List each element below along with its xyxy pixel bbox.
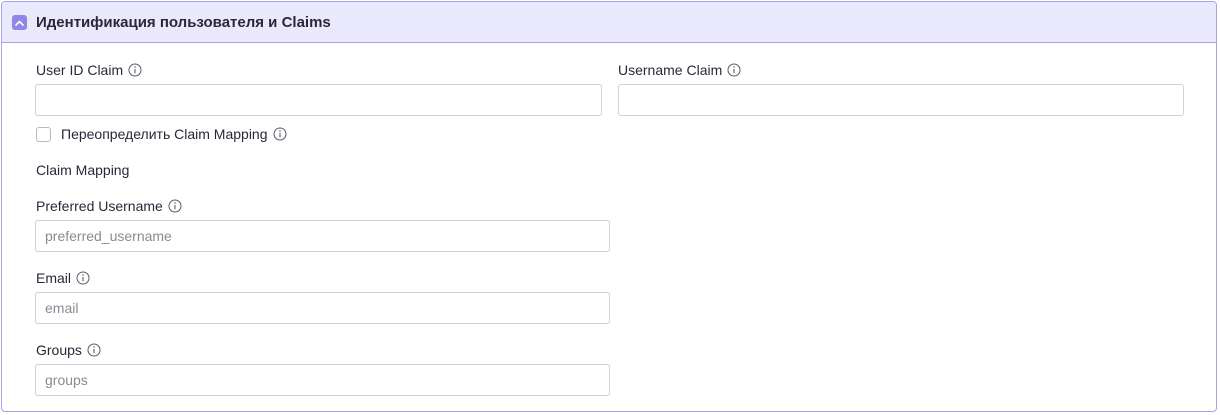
user-id-claim-label: User ID Claim xyxy=(36,62,142,78)
username-claim-label: Username Claim xyxy=(618,62,741,78)
email-input[interactable] xyxy=(35,292,610,324)
info-icon[interactable] xyxy=(87,343,101,357)
groups-label: Groups xyxy=(36,342,101,358)
email-label: Email xyxy=(36,270,90,286)
groups-label-text: Groups xyxy=(36,342,82,358)
info-icon[interactable] xyxy=(168,199,182,213)
override-claim-mapping-row: Переопределить Claim Mapping xyxy=(36,126,287,142)
username-claim-input[interactable] xyxy=(618,84,1184,116)
preferred-username-label: Preferred Username xyxy=(36,198,182,214)
user-id-claim-input[interactable] xyxy=(35,84,602,116)
info-icon[interactable] xyxy=(128,63,142,77)
override-claim-mapping-checkbox[interactable] xyxy=(36,126,51,142)
preferred-username-label-text: Preferred Username xyxy=(36,198,163,214)
user-identification-panel: Идентификация пользователя и Claims User… xyxy=(1,1,1217,412)
info-icon[interactable] xyxy=(76,271,90,285)
panel-title: Идентификация пользователя и Claims xyxy=(36,14,331,31)
override-claim-mapping-label[interactable]: Переопределить Claim Mapping xyxy=(61,126,268,142)
preferred-username-input[interactable] xyxy=(35,220,610,252)
groups-input[interactable] xyxy=(35,364,610,396)
panel-header[interactable]: Идентификация пользователя и Claims xyxy=(2,2,1216,43)
user-id-claim-label-text: User ID Claim xyxy=(36,62,124,78)
username-claim-label-text: Username Claim xyxy=(618,62,723,78)
claim-mapping-heading: Claim Mapping xyxy=(36,162,130,178)
info-icon[interactable] xyxy=(273,127,287,141)
info-icon[interactable] xyxy=(727,63,741,77)
email-label-text: Email xyxy=(36,270,72,286)
chevron-up-icon[interactable] xyxy=(12,15,27,30)
